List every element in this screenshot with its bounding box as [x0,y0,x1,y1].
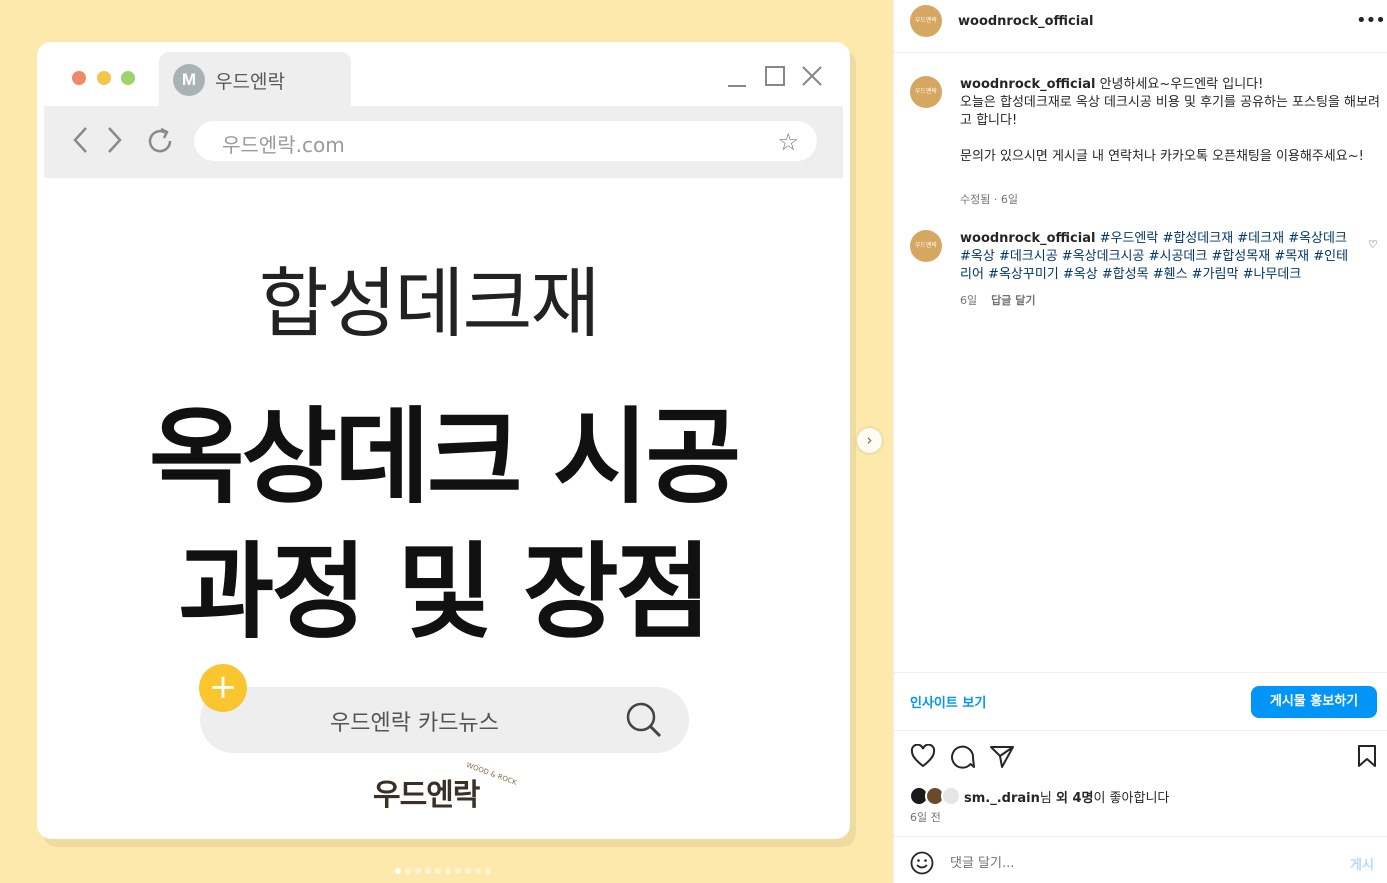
comment-username[interactable]: woodnrock_official [960,231,1095,246]
divider [894,52,1387,53]
comment-input[interactable] [950,852,1310,874]
close-icon [802,66,822,86]
header-avatar[interactable]: 우드엔락 [910,5,942,37]
maximize-dot [121,71,135,85]
carousel-dot [395,868,401,874]
card-news-image: M 우드엔락 우드엔락.com ☆ 합성데크재 옥상데크 시공 과정 및 장점 … [37,42,850,839]
url-text: 우드엔락.com [222,133,345,157]
caption-line-2: 오늘은 합성데크재로 옥상 데크시공 비용 및 후기를 공유하는 포스팅을 해보… [960,95,1380,128]
refresh-icon [148,127,172,153]
minimize-dot [97,71,111,85]
comment: woodnrock_official #우드엔락 #합성데크재 #데크재 #옥상… [960,230,1356,284]
liker-avatar[interactable] [941,786,961,806]
carousel-dot [415,868,421,874]
carousel-dot [485,868,491,874]
caption-line-3: 문의가 있으시면 게시글 내 연락처나 카카오톡 오픈채팅을 이용해주세요~! [960,149,1364,164]
comment-bubble-icon[interactable] [950,744,976,770]
carousel-dot [435,868,441,874]
likes-others[interactable]: 외 4명 [1056,791,1094,806]
close-dot [72,71,86,85]
forward-icon [108,127,122,153]
minimize-icon [728,85,746,87]
caption-username[interactable]: woodnrock_official [960,77,1095,92]
divider [894,672,1387,673]
headline-subtitle: 합성데크재 [258,259,601,348]
post-sidebar: 우드엔락 woodnrock_official ••• 우드엔락 woodnro… [893,0,1387,883]
bookmark-icon[interactable] [1356,744,1378,768]
divider [894,730,1387,731]
caption: woodnrock_official 안녕하세요~우드엔락 입니다! 오늘은 합… [960,76,1380,166]
post-media: M 우드엔락 우드엔락.com ☆ 합성데크재 옥상데크 시공 과정 및 장점 … [0,0,893,883]
comment-time: 6일 [960,294,978,307]
like-heart-icon[interactable] [910,744,936,768]
carousel-indicator [395,868,491,874]
reply-button[interactable]: 답글 달기 [991,294,1035,307]
caption-avatar[interactable]: 우드엔락 [910,76,942,108]
comment-avatar[interactable]: 우드엔락 [910,230,942,262]
likes-text: 이 좋아합니다 [1093,791,1170,806]
tab-label: 우드엔락 [215,71,285,93]
header-username[interactable]: woodnrock_official [958,14,1093,29]
maximize-icon [765,66,785,86]
headline-line-2: 과정 및 장점 [178,531,712,653]
mock-browser-tab: M 우드엔락 [159,52,351,108]
next-slide-button[interactable]: › [857,428,882,453]
promote-post-button[interactable]: 게시물 홍보하기 [1251,686,1377,718]
post-comment-button[interactable]: 게시 [1350,854,1374,873]
likes-first-user[interactable]: sm._.drain [964,791,1040,806]
more-options-icon[interactable]: ••• [1356,10,1386,31]
search-pill-text: 우드엔락 카드뉴스 [330,711,499,736]
emoji-icon[interactable] [910,851,934,875]
carousel-dot [465,868,471,874]
back-icon [73,127,87,153]
mock-url-field: 우드엔락.com ☆ [194,121,817,161]
share-send-icon[interactable] [989,744,1015,770]
headline-line-1: 옥상데크 시공 [148,396,741,518]
comment-meta: 6일 답글 달기 [960,292,1035,308]
caption-meta: 수정됨 · 6일 [960,193,1018,206]
mock-search-pill: 우드엔락 카드뉴스 [200,687,689,753]
likes-text: 님 [1039,791,1056,806]
view-insights-link[interactable]: 인사이트 보기 [910,692,986,711]
plus-icon: + [199,664,247,712]
tab-avatar: M [173,64,205,96]
mock-browser-titlebar: M 우드엔락 [37,42,850,108]
caption-line-1: 안녕하세요~우드엔락 입니다! [1099,77,1264,92]
comment-like-icon[interactable]: ♡ [1368,238,1378,251]
divider [894,836,1387,837]
mock-browser-toolbar: 우드엔락.com ☆ [44,106,843,178]
carousel-dot [455,868,461,874]
post-time: 6일 전 [910,811,941,824]
bookmark-star-icon: ☆ [777,128,799,156]
carousel-dot [425,868,431,874]
carousel-dot [475,868,481,874]
carousel-dot [445,868,451,874]
search-icon [626,702,662,738]
likes-summary[interactable]: sm._.drain님 외 4명이 좋아합니다 [964,787,1169,806]
brand-logo: 우드엔락 [373,778,480,813]
carousel-dot [405,868,411,874]
